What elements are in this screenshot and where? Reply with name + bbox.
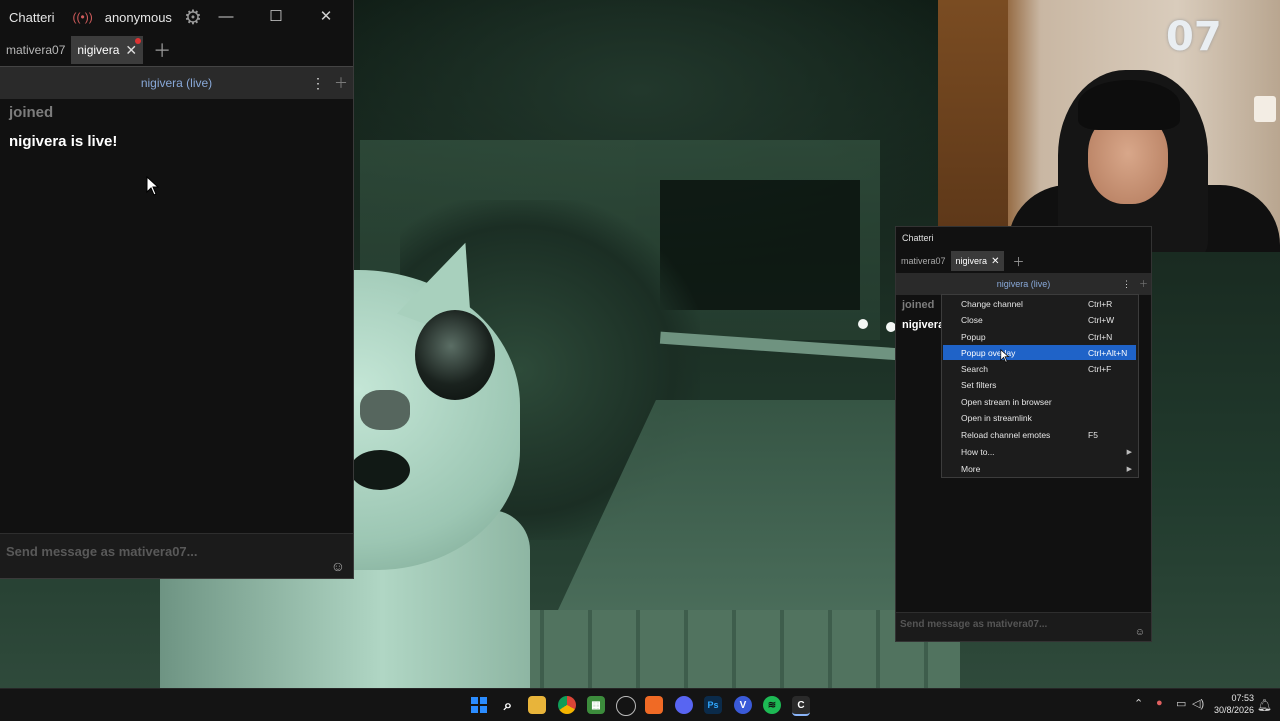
photoshop-icon[interactable]: Ps <box>704 696 722 714</box>
light-dot <box>858 319 868 329</box>
brave-icon[interactable] <box>645 696 663 714</box>
minimize-button[interactable]: — <box>216 8 236 26</box>
emoji-icon[interactable]: ☺ <box>331 558 345 574</box>
app-title: Chatteri <box>902 233 934 243</box>
menu-item-open-streamlink[interactable]: Open in streamlink <box>943 410 1136 425</box>
menu-item-shortcut: Ctrl+Alt+N <box>1088 347 1128 358</box>
submenu-arrow-icon: ▶ <box>1126 465 1132 473</box>
menu-item-label: How to... <box>961 446 995 457</box>
tab-bar: mativera07 nigivera ✕ ＋ <box>896 251 1024 271</box>
start-icon[interactable] <box>470 696 488 714</box>
webcam-feed: 07 <box>938 0 1280 252</box>
split-context-menu: Change channel Ctrl+R Close Ctrl+W Popup… <box>941 294 1139 478</box>
menu-item-shortcut: Ctrl+F <box>1088 363 1112 374</box>
chrome-icon[interactable] <box>558 696 576 714</box>
menu-item-set-filters[interactable]: Set filters <box>943 377 1136 392</box>
mouse-cursor-icon <box>1000 349 1010 363</box>
clock-time: 07:53 <box>1231 693 1254 703</box>
message-input[interactable]: Send message as mativera07... ☺ <box>0 533 353 578</box>
message-list: joined nigivera is live! <box>9 100 344 150</box>
streamer-mode-icon[interactable]: ((•)) <box>73 10 93 24</box>
tab-label: nigivera <box>955 256 988 266</box>
tab-mativera07[interactable]: mativera07 <box>0 36 71 64</box>
close-tab-icon[interactable]: ✕ <box>125 42 137 59</box>
menu-item-label: Search <box>961 363 988 374</box>
minecraft-icon[interactable]: ▦ <box>587 696 605 714</box>
menu-item-shortcut: F5 <box>1088 429 1098 440</box>
menu-item-shortcut: Ctrl+N <box>1088 331 1113 342</box>
close-window-button[interactable]: ✕ <box>316 8 336 26</box>
close-tab-icon[interactable]: ✕ <box>991 256 999 267</box>
menu-item-label: Open stream in browser <box>961 396 1052 407</box>
system-clock[interactable]: 07:53 30/8/2026 <box>1214 692 1254 716</box>
menu-item-popup[interactable]: Popup Ctrl+N <box>943 329 1136 344</box>
emoji-icon[interactable]: ☺ <box>1135 627 1145 638</box>
tab-nigivera[interactable]: nigivera ✕ <box>950 251 1005 271</box>
obs-icon[interactable] <box>616 696 636 716</box>
mouse-cursor-icon <box>146 176 160 196</box>
add-tab-icon[interactable]: ＋ <box>153 36 171 64</box>
chat-message: joined <box>9 104 54 121</box>
menu-item-close[interactable]: Close Ctrl+W <box>943 312 1136 327</box>
tab-label: nigivera <box>77 43 120 57</box>
message-input[interactable]: Send message as mativera07... ☺ <box>896 612 1151 641</box>
menu-item-reload-emotes[interactable]: Reload channel emotes F5 <box>943 427 1136 442</box>
menu-item-label: Close <box>961 314 983 325</box>
more-options-icon[interactable]: ⋮ <box>311 75 325 92</box>
balloon-07: 07 <box>1166 14 1222 60</box>
maximize-button[interactable]: ☐ <box>266 8 286 26</box>
split-header[interactable]: nigivera (live) ⋮ ＋ <box>0 66 353 99</box>
add-split-icon[interactable]: ＋ <box>1139 273 1148 295</box>
submenu-arrow-icon: ▶ <box>1126 448 1132 456</box>
taskbar: ⌕ ▦ Ps V ≋ C ⌃ ● ▭ ◁) 07:53 30/8/2026 🔔︎ <box>0 688 1280 721</box>
app-title: Chatteri <box>9 9 55 25</box>
volume-icon[interactable]: ◁) <box>1192 697 1204 710</box>
input-placeholder: Send message as mativera07... <box>6 544 198 559</box>
split-header[interactable]: nigivera (live) ⋮ ＋ <box>896 273 1151 295</box>
tab-label: mativera07 <box>901 256 946 266</box>
discord-icon[interactable] <box>675 696 693 714</box>
tab-nigivera[interactable]: nigivera ✕ <box>71 36 144 64</box>
menu-item-popup-overlay[interactable]: Popup overlay Ctrl+Alt+N <box>943 345 1136 360</box>
channel-title: nigivera (live) <box>140 76 213 90</box>
menu-item-open-stream-browser[interactable]: Open stream in browser <box>943 394 1136 409</box>
clock-date: 30/8/2026 <box>1213 705 1254 715</box>
menu-item-search[interactable]: Search Ctrl+F <box>943 361 1136 376</box>
tab-bar: mativera07 nigivera ✕ ＋ <box>0 36 353 64</box>
menu-item-change-channel[interactable]: Change channel Ctrl+R <box>943 296 1136 311</box>
chat-message: joined <box>902 299 935 311</box>
input-placeholder: Send message as mativera07... <box>900 619 1048 630</box>
chatterino-icon[interactable]: C <box>792 696 810 716</box>
network-icon[interactable]: ▭ <box>1176 697 1186 710</box>
vpn-icon[interactable]: V <box>734 696 752 714</box>
menu-item-shortcut: Ctrl+W <box>1088 314 1115 325</box>
menu-item-label: More <box>961 463 981 474</box>
menu-item-more[interactable]: More ▶ <box>943 461 1136 476</box>
menu-item-label: Open in streamlink <box>961 412 1032 423</box>
tab-mativera07[interactable]: mativera07 <box>896 251 951 271</box>
menu-item-how-to[interactable]: How to... ▶ <box>943 444 1136 459</box>
more-options-icon[interactable]: ⋮ <box>1122 273 1131 295</box>
add-split-icon[interactable]: ＋ <box>334 73 348 93</box>
spotify-icon[interactable]: ≋ <box>763 696 781 714</box>
title-bar: Chatteri ((•)) anonymous ⚙ — ☐ ✕ <box>0 0 353 34</box>
chat-message: nigivera <box>902 319 945 331</box>
add-tab-icon[interactable]: ＋ <box>1012 251 1024 271</box>
chatterino-window: Chatteri ((•)) anonymous ⚙ — ☐ ✕ mativer… <box>0 0 354 579</box>
file-explorer-icon[interactable] <box>528 696 546 714</box>
menu-item-label: Popup <box>961 331 986 342</box>
search-icon[interactable]: ⌕ <box>499 696 517 714</box>
microphone-icon[interactable]: ● <box>1156 697 1163 709</box>
tab-label: mativera07 <box>6 43 66 57</box>
menu-item-shortcut: Ctrl+R <box>1088 298 1113 309</box>
chevron-up-icon[interactable]: ⌃ <box>1134 697 1143 710</box>
chat-message: nigivera is live! <box>9 133 118 150</box>
menu-item-label: Reload channel emotes <box>961 429 1051 440</box>
menu-item-label: Change channel <box>961 298 1023 309</box>
notification-bell-icon[interactable]: 🔔︎ <box>1257 698 1272 712</box>
account-switcher[interactable]: anonymous <box>105 10 172 25</box>
settings-gear-icon[interactable]: ⚙ <box>184 5 202 30</box>
menu-item-label: Set filters <box>961 379 997 390</box>
channel-title: nigivera (live) <box>996 279 1051 289</box>
